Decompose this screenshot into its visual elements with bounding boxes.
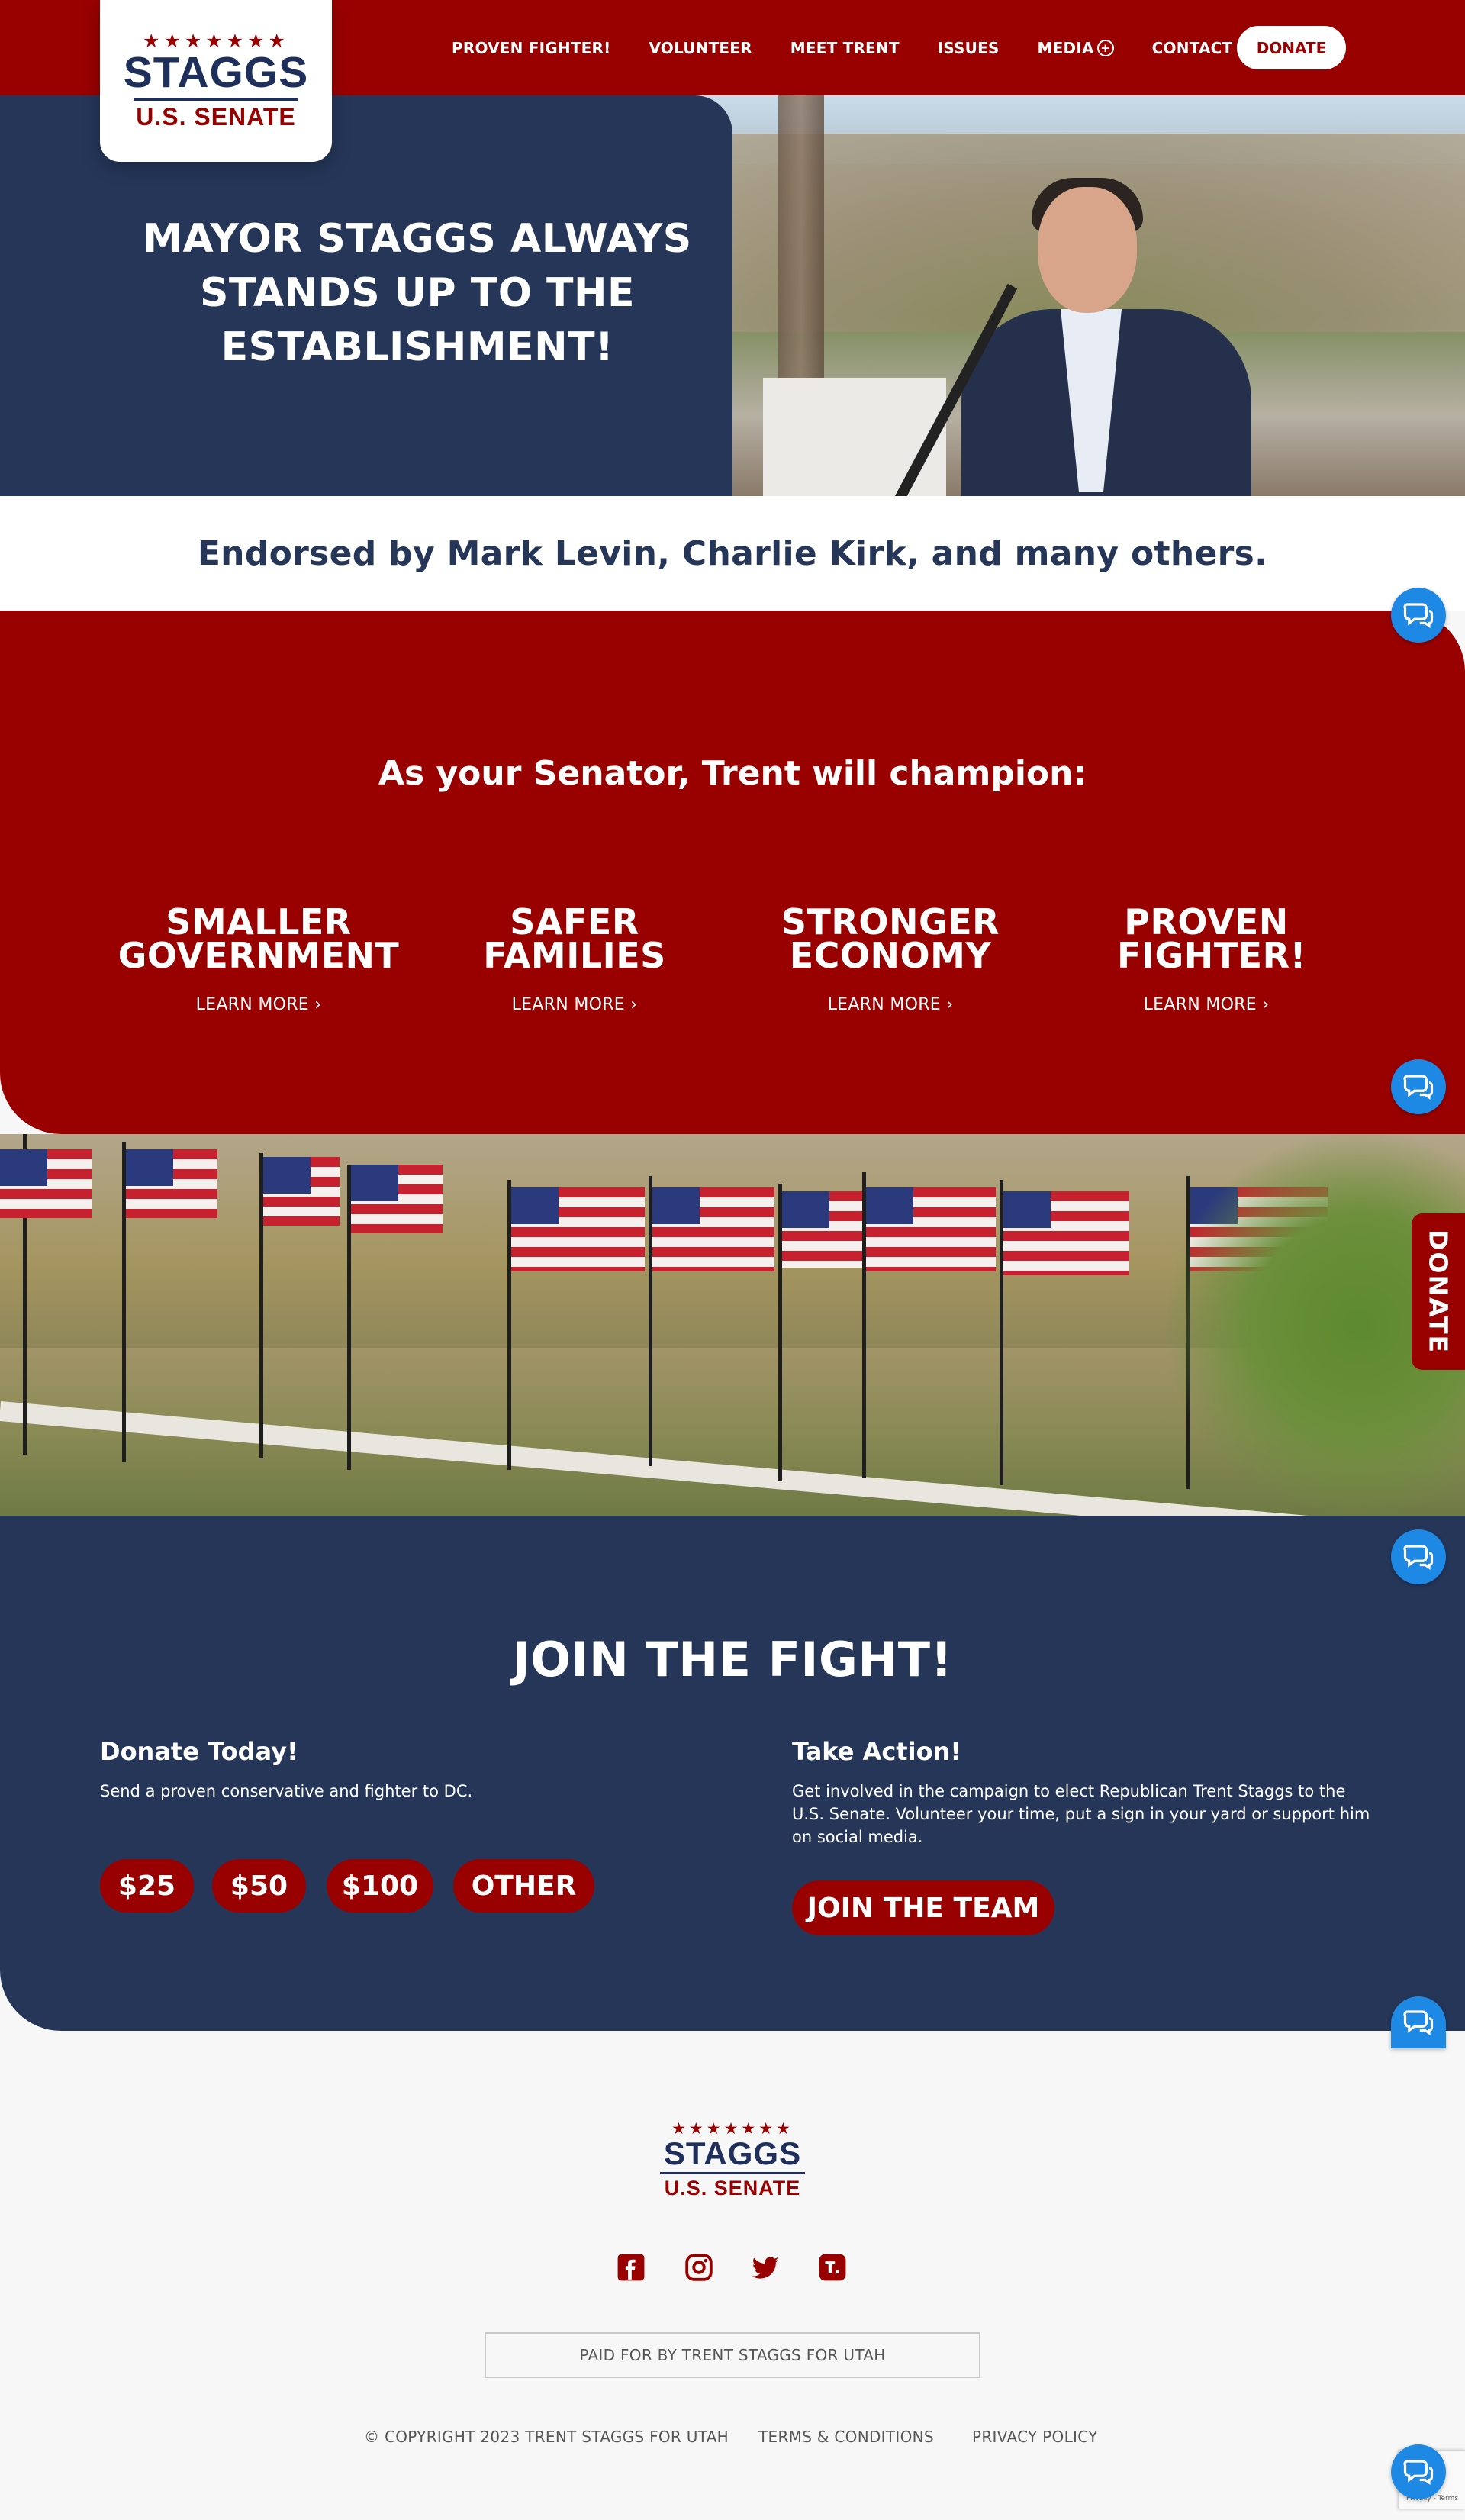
nav-volunteer[interactable]: VOLUNTEER: [649, 39, 752, 57]
join-title: JOIN THE FIGHT!: [512, 1632, 953, 1687]
logo-divider: [660, 2172, 805, 2175]
pillar-name: SMALLER GOVERNMENT: [118, 901, 400, 976]
paid-for-disclaimer: PAID FOR BY TRENT STAGGS FOR UTAH: [485, 2332, 980, 2378]
learn-more-link[interactable]: LEARN MORE ›: [417, 995, 732, 1014]
action-text: Get involved in the campaign to elect Re…: [792, 1782, 1370, 1846]
nav-media[interactable]: MEDIA +: [1038, 39, 1114, 57]
copyright-text: © COPYRIGHT 2023 TRENT STAGGS FOR UTAH: [364, 2428, 729, 2446]
chat-bubble-icon[interactable]: [1391, 1996, 1446, 2048]
chat-bubble-icon[interactable]: [1391, 1529, 1446, 1584]
pillar-name: SAFER FAMILIES: [483, 901, 666, 976]
join-the-team-button[interactable]: JOIN THE TEAM: [792, 1880, 1054, 1935]
hero-title: MAYOR STAGGS ALWAYS STANDS UP TO THE EST…: [143, 216, 692, 370]
donate-100-button[interactable]: $100: [327, 1859, 433, 1913]
learn-more-link[interactable]: LEARN MORE ›: [1048, 995, 1364, 1014]
instagram-icon[interactable]: [683, 2251, 715, 2283]
join-section: JOIN THE FIGHT! Donate Today! Send a pro…: [0, 1516, 1465, 2031]
side-donate-tab[interactable]: DONATE: [1412, 1213, 1465, 1370]
donate-heading: Donate Today!: [100, 1737, 298, 1766]
logo-name: STAGGS: [663, 2135, 802, 2171]
site-logo[interactable]: ★★★★★★★ STAGGS U.S. SENATE: [100, 0, 332, 162]
logo-subtitle: U.S. SENATE: [136, 102, 296, 131]
side-donate-label: DONATE: [1423, 1229, 1454, 1355]
pillar-proven-fighter: PROVEN FIGHTER! LEARN MORE ›: [1048, 901, 1364, 1014]
nav-issues[interactable]: ISSUES: [938, 39, 1000, 57]
site-footer: ★★★★★★★ STAGGS U.S. SENATE PAID FOR BY T…: [0, 2031, 1465, 2520]
endorsement-strip: Endorsed by Mark Levin, Charlie Kirk, an…: [0, 496, 1465, 611]
privacy-policy-link[interactable]: PRIVACY POLICY: [972, 2428, 1098, 2446]
chat-bubble-icon[interactable]: [1391, 2444, 1446, 2499]
logo-subtitle: U.S. SENATE: [664, 2177, 801, 2200]
donate-50-button[interactable]: $50: [212, 1859, 306, 1913]
header-donate-button[interactable]: DONATE: [1237, 26, 1346, 69]
footer-logo[interactable]: ★★★★★★★ STAGGS U.S. SENATE: [656, 2121, 809, 2200]
chat-bubble-icon[interactable]: [1391, 588, 1446, 643]
pillar-name: PROVEN FIGHTER!: [1117, 901, 1306, 976]
champion-section: As your Senator, Trent will champion: SM…: [0, 611, 1465, 1134]
pillar-stronger-economy: STRONGER ECONOMY LEARN MORE ›: [732, 901, 1048, 1014]
terms-link[interactable]: TERMS & CONDITIONS: [758, 2428, 934, 2446]
nav-proven-fighter[interactable]: PROVEN FIGHTER!: [452, 39, 610, 57]
donate-25-button[interactable]: $25: [100, 1859, 194, 1913]
chat-bubble-icon[interactable]: [1391, 1059, 1446, 1114]
pillar-smaller-government: SMALLER GOVERNMENT LEARN MORE ›: [101, 901, 417, 1014]
logo-divider: [134, 97, 298, 101]
donate-text: Send a proven conservative and fighter t…: [100, 1782, 473, 1800]
plus-circle-icon[interactable]: +: [1096, 39, 1114, 56]
learn-more-link[interactable]: LEARN MORE ›: [101, 995, 417, 1014]
flags-photo: [0, 1134, 1465, 1516]
facebook-icon[interactable]: [615, 2251, 647, 2283]
nav-contact[interactable]: CONTACT: [1152, 39, 1233, 57]
main-nav: PROVEN FIGHTER! VOLUNTEER MEET TRENT ISS…: [452, 0, 1270, 95]
learn-more-link[interactable]: LEARN MORE ›: [732, 995, 1048, 1014]
logo-stars: ★★★★★★★: [671, 2119, 794, 2138]
hero-photo-speaker: [687, 95, 1465, 496]
champion-title: As your Senator, Trent will champion:: [378, 754, 1087, 793]
twitter-icon[interactable]: [749, 2251, 781, 2283]
logo-name: STAGGS: [123, 47, 309, 97]
pillar-name: STRONGER ECONOMY: [781, 901, 1000, 976]
nav-meet-trent[interactable]: MEET TRENT: [790, 39, 900, 57]
action-heading: Take Action!: [792, 1737, 961, 1766]
truth-social-icon[interactable]: [816, 2251, 848, 2283]
endorsement-text: Endorsed by Mark Levin, Charlie Kirk, an…: [197, 533, 1268, 573]
pillar-safer-families: SAFER FAMILIES LEARN MORE ›: [417, 901, 732, 1014]
nav-media-label: MEDIA: [1037, 38, 1094, 57]
donate-other-button[interactable]: OTHER: [453, 1859, 594, 1913]
